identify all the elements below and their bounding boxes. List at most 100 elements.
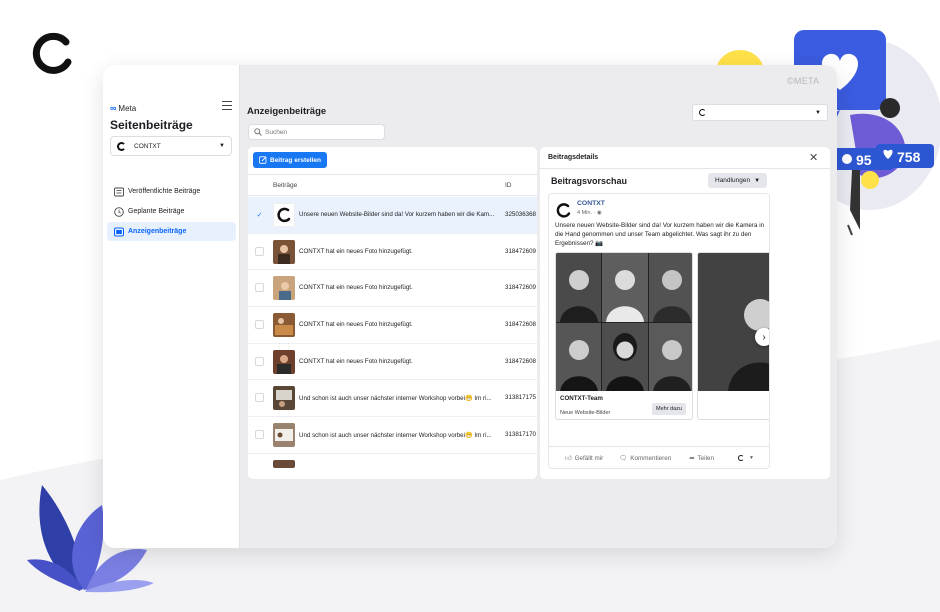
page-selector-value: CONTXT [134, 142, 161, 150]
post-details-panel: Beitragsdetails ✕ Beitragsvorschau Handl… [540, 147, 830, 479]
post-actions-bar: 👍︎ Gefällt mir 🗨︎ Kommentieren ➦ Teilen … [549, 450, 769, 466]
share-icon: ➦ [689, 454, 695, 462]
row-checkbox[interactable] [255, 320, 264, 330]
post-text: Unsere neuen Website-Bilder sind da! Vor… [555, 222, 765, 247]
row-checkbox[interactable] [255, 430, 264, 440]
carousel-card[interactable]: CONTXT-Team Neue Website-Bilder Mehr daz… [555, 252, 693, 420]
post-meta: 4 Min. · ◉ [577, 210, 602, 216]
row-text: CONTXT hat ein neues Foto hinzugefügt. [299, 321, 413, 329]
post-time: 4 Min. [577, 210, 592, 216]
comment-button[interactable]: 🗨︎ Kommentieren [619, 454, 672, 463]
row-text: CONTXT hat ein neues Foto hinzugefügt. [299, 284, 413, 292]
table-row[interactable] [248, 454, 537, 468]
edit-icon [259, 156, 267, 164]
meta-brand-label: Meta [118, 103, 137, 113]
learn-more-button[interactable]: Mehr dazu [652, 403, 686, 415]
share-button[interactable]: ➦ Teilen [689, 455, 714, 462]
team-photo [602, 253, 648, 322]
posts-table-panel: Beitrag erstellen Beiträge ID ✓ Unsere n… [248, 147, 537, 479]
like-button[interactable]: 👍︎ Gefällt mir [565, 454, 603, 463]
post-thumbnail [273, 203, 295, 227]
sidebar-nav: Veröffentlichte Beiträge Geplante Beiträ… [103, 182, 240, 242]
actions-dropdown-button[interactable]: Handlungen ▼ [708, 173, 768, 188]
row-checkbox[interactable]: ✓ [255, 210, 264, 219]
sidebar-item-label: Anzeigenbeiträge [128, 228, 187, 235]
table-row[interactable]: CONTXT hat ein neues Foto hinzugefügt. 3… [248, 344, 537, 381]
post-thumbnail [273, 386, 295, 411]
create-post-label: Beitrag erstellen [270, 156, 321, 164]
post-thumbnail [273, 459, 295, 468]
hamburger-menu-icon[interactable] [222, 101, 232, 110]
meta-logo: ∞ Meta [110, 103, 136, 113]
clock-icon [114, 206, 124, 217]
hearts-count: 758 [897, 149, 921, 165]
card-subtitle: Neue Website-Bilder [560, 410, 611, 416]
divider [549, 446, 769, 447]
contxt-logo-icon [699, 109, 706, 116]
comment-label: Kommentieren [630, 454, 672, 462]
carousel-next-button[interactable]: › [755, 328, 769, 346]
post-thumbnail [273, 313, 295, 338]
post-author[interactable]: CONTXT [577, 200, 605, 207]
post-thumbnail [273, 349, 295, 374]
image-carousel: CONTXT-Team Neue Website-Bilder Mehr daz… [555, 252, 769, 422]
share-label: Teilen [697, 454, 714, 462]
row-checkbox[interactable] [255, 283, 264, 293]
table-row[interactable]: Und schon ist auch unser nächster intern… [248, 417, 537, 454]
table-row[interactable]: CONTXT hat ein neues Foto hinzugefügt. 3… [248, 234, 537, 271]
sidebar-item-ads[interactable]: Anzeigenbeiträge [107, 222, 236, 241]
row-checkbox[interactable] [255, 246, 264, 256]
row-text: CONTXT hat ein neues Foto hinzugefügt. [299, 357, 413, 365]
table-row[interactable]: ✓ Unsere neuen Website-Bilder sind da! V… [248, 197, 537, 234]
create-post-button[interactable]: Beitrag erstellen [253, 152, 327, 168]
comment-icon: 🗨︎ [619, 455, 628, 462]
row-text: Und schon ist auch unser nächster intern… [299, 395, 492, 403]
row-id: 318472609 [505, 284, 536, 292]
close-icon[interactable]: ✕ [809, 151, 818, 164]
team-photo-grid [556, 253, 692, 391]
team-photo [648, 253, 692, 322]
team-photo [602, 322, 648, 391]
row-id: 325036368 [505, 211, 536, 218]
column-posts[interactable]: Beiträge [273, 182, 297, 189]
search-input[interactable] [265, 128, 375, 136]
post-preview: CONTXT 4 Min. · ◉ Unsere neuen Website-B… [548, 193, 770, 469]
sidebar-item-published[interactable]: Veröffentlichte Beiträge [107, 182, 236, 201]
search-field[interactable] [248, 124, 385, 140]
preview-title: Beitragsvorschau [551, 176, 628, 186]
sidebar: ∞ Meta Seitenbeiträge CONTXT ▼ Veröffent… [103, 65, 240, 548]
row-id: 318472609 [505, 247, 536, 255]
table-row[interactable]: CONTXT hat ein neues Foto hinzugefügt. 3… [248, 270, 537, 308]
account-selector[interactable]: ▼ [692, 104, 828, 121]
contxt-logo-icon [737, 455, 744, 461]
post-thumbnail [273, 239, 295, 264]
watermark: ©META [787, 76, 820, 86]
team-photo [556, 253, 602, 322]
divider [540, 168, 830, 169]
row-checkbox[interactable] [255, 393, 264, 403]
table-rows: ✓ Unsere neuen Website-Bilder sind da! V… [248, 197, 537, 468]
post-as-selector[interactable]: ▼ [737, 455, 754, 461]
column-id[interactable]: ID [505, 182, 512, 189]
caret-down-icon: ▼ [219, 143, 225, 149]
post-thumbnail [273, 276, 295, 301]
actions-label: Handlungen [715, 177, 751, 184]
sidebar-item-scheduled[interactable]: Geplante Beiträge [107, 202, 236, 221]
globe-icon: · ◉ [593, 210, 602, 216]
row-id: 313817175 [505, 394, 536, 402]
team-photo [556, 322, 602, 391]
app-window: ∞ Meta Seitenbeiträge CONTXT ▼ Veröffent… [103, 65, 837, 548]
row-text: Unsere neuen Website-Bilder sind da! Vor… [299, 211, 495, 218]
likes-count: 95 [856, 152, 872, 168]
table-row[interactable]: Und schon ist auch unser nächster intern… [248, 380, 537, 418]
caret-down-icon: ▼ [815, 109, 821, 116]
table-row[interactable]: CONTXT hat ein neues Foto hinzugefügt. 3… [248, 307, 537, 344]
row-checkbox[interactable] [255, 356, 264, 366]
page-selector[interactable]: CONTXT ▼ [110, 136, 232, 156]
meta-infinity-icon: ∞ [110, 103, 117, 113]
caret-down-icon: ▼ [748, 455, 754, 461]
list-icon [114, 187, 124, 197]
brand-logo [32, 32, 72, 74]
contxt-logo-icon [117, 141, 126, 151]
row-id: 313817170 [505, 431, 536, 439]
